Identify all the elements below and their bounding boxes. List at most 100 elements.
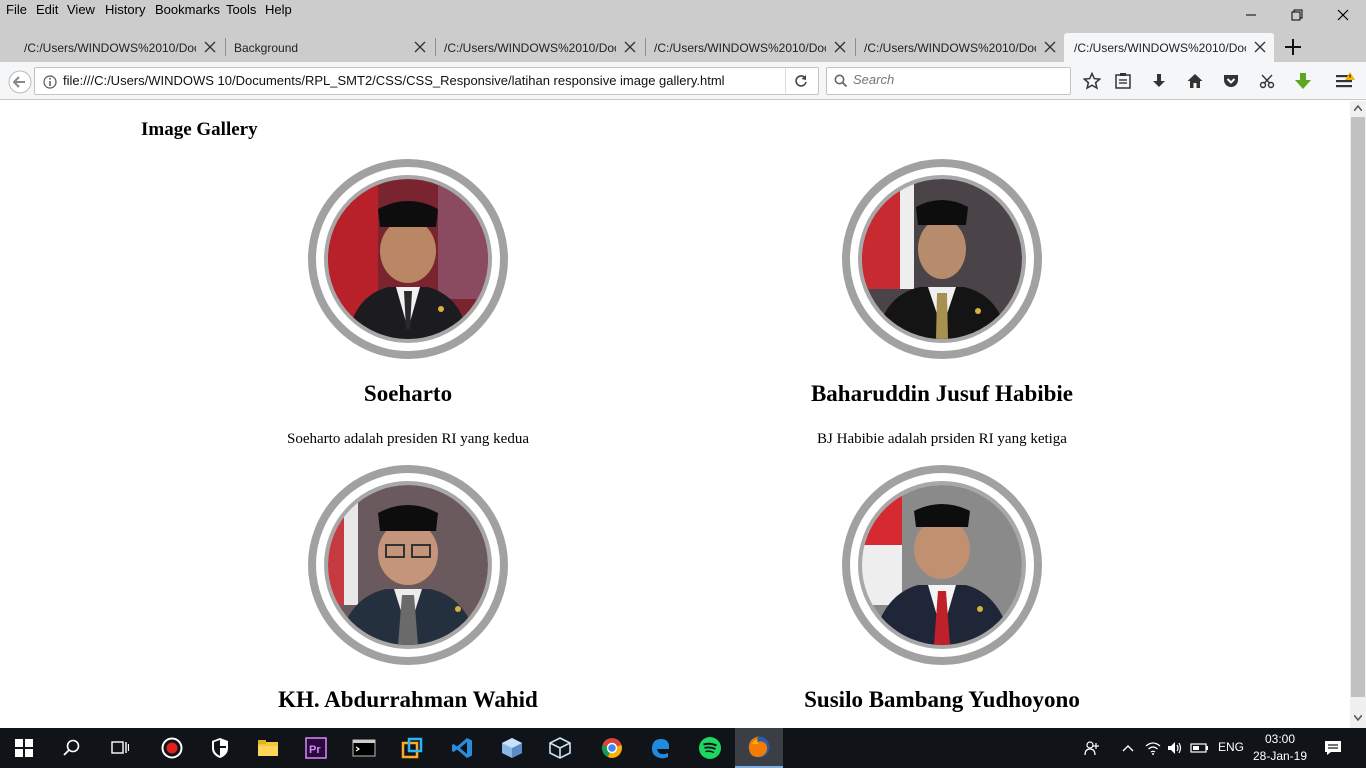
- open-menu-button[interactable]: [1335, 71, 1355, 91]
- tab-close-icon[interactable]: [1044, 41, 1056, 53]
- new-tab-button[interactable]: [1282, 36, 1304, 58]
- taskbar-search-button[interactable]: [48, 728, 96, 768]
- tab-bar: /C:/Users/WINDOWS%2010/Documents/RPL_SMT…: [0, 30, 1366, 62]
- portrait-photo: [858, 481, 1026, 649]
- tab-2[interactable]: Background: [224, 33, 434, 62]
- scroll-up-icon[interactable]: [1354, 105, 1362, 111]
- vertical-scrollbar[interactable]: [1350, 101, 1366, 728]
- gallery-card: Susilo Bambang Yudhoyono: [675, 465, 1209, 728]
- taskbar-app-firefox[interactable]: [735, 728, 783, 768]
- menu-bookmarks[interactable]: Bookmarks: [155, 2, 220, 17]
- menu-tools[interactable]: Tools: [226, 2, 256, 17]
- portrait-habibie: [862, 179, 1022, 339]
- tab-1[interactable]: /C:/Users/WINDOWS%2010/Documents/RPL_SMT…: [14, 33, 224, 62]
- download-helper-extension-button[interactable]: [1293, 71, 1313, 91]
- scroll-thumb[interactable]: [1351, 117, 1365, 697]
- vscode-icon: [452, 738, 472, 758]
- search-bar[interactable]: [826, 67, 1071, 95]
- person-description: BJ Habibie adalah prsiden RI yang ketiga: [817, 431, 1067, 447]
- notification-icon: [1325, 741, 1341, 755]
- taskbar-app-3d-viewer[interactable]: [536, 728, 584, 768]
- taskbar-app-defender[interactable]: [196, 728, 244, 768]
- input-language-indicator[interactable]: ENG: [1218, 740, 1244, 754]
- home-button[interactable]: [1185, 71, 1205, 91]
- bookmark-star-button[interactable]: [1082, 71, 1102, 91]
- pocket-icon: [1224, 75, 1238, 87]
- task-view-icon: [111, 741, 129, 754]
- people-icon: [1084, 741, 1099, 756]
- taskbar-app-spotify[interactable]: [686, 728, 734, 768]
- restore-icon: [1291, 9, 1303, 21]
- start-button[interactable]: [0, 728, 48, 768]
- restore-button[interactable]: [1274, 0, 1320, 30]
- tab-3[interactable]: /C:/Users/WINDOWS%2010/Documents/RPL_SMT…: [434, 33, 644, 62]
- screenshot-button[interactable]: [1257, 71, 1277, 91]
- person-description: Soeharto adalah presiden RI yang kedua: [287, 431, 529, 447]
- reload-icon[interactable]: [794, 74, 808, 88]
- battery-button[interactable]: [1188, 728, 1212, 768]
- chrome-icon: [602, 738, 622, 758]
- tab-close-icon[interactable]: [204, 41, 216, 53]
- taskbar-app-premiere[interactable]: Pr: [292, 728, 340, 768]
- store-icon: [401, 737, 423, 759]
- tab-4[interactable]: /C:/Users/WINDOWS%2010/Documents/RPL_SMT…: [644, 33, 854, 62]
- svg-text:Pr: Pr: [309, 744, 321, 756]
- windows-taskbar: Pr ENG 03:00 28-Jan-19: [0, 728, 1366, 768]
- taskbar-app-chrome[interactable]: [588, 728, 636, 768]
- tab-close-icon[interactable]: [1254, 41, 1266, 53]
- menu-edit[interactable]: Edit: [36, 2, 58, 17]
- portrait-photo: [324, 175, 492, 343]
- scroll-down-icon[interactable]: [1354, 715, 1362, 721]
- back-button[interactable]: [8, 70, 32, 94]
- url-text[interactable]: file:///C:/Users/WINDOWS 10/Documents/RP…: [63, 73, 725, 88]
- clock-time: 03:00: [1264, 732, 1296, 746]
- volume-button[interactable]: [1164, 728, 1186, 768]
- premiere-pro-icon: Pr: [305, 737, 327, 759]
- url-bar[interactable]: file:///C:/Users/WINDOWS 10/Documents/RP…: [34, 67, 819, 95]
- tab-6-active[interactable]: /C:/Users/WINDOWS%2010/Documents/RPL_SMT…: [1064, 33, 1274, 62]
- battery-icon: [1190, 743, 1208, 753]
- taskbar-app-edge[interactable]: [636, 728, 684, 768]
- taskbar-app-vscode[interactable]: [438, 728, 486, 768]
- menu-help[interactable]: Help: [265, 2, 292, 17]
- system-clock[interactable]: 03:00 28-Jan-19: [1250, 731, 1310, 765]
- taskbar-app-virtualbox[interactable]: [488, 728, 536, 768]
- reading-list-button[interactable]: [1113, 71, 1133, 91]
- show-hidden-icons-button[interactable]: [1116, 728, 1140, 768]
- scissors-icon: [1259, 74, 1275, 89]
- photo-frame: [308, 159, 508, 359]
- action-center-button[interactable]: [1318, 728, 1348, 768]
- search-icon: [63, 739, 80, 756]
- page-title: Image Gallery: [141, 119, 258, 140]
- people-button[interactable]: [1080, 728, 1104, 768]
- tab-close-icon[interactable]: [624, 41, 636, 53]
- minimize-button[interactable]: [1228, 0, 1274, 30]
- taskbar-app-terminal[interactable]: [340, 728, 388, 768]
- shield-icon: [212, 738, 228, 758]
- tab-label: /C:/Users/WINDOWS%2010/Documents/RPL_SMT…: [444, 40, 616, 55]
- url-divider: [785, 68, 786, 94]
- tab-label: Background: [234, 40, 299, 55]
- network-button[interactable]: [1142, 728, 1164, 768]
- portrait-yudhoyono: [862, 485, 1022, 645]
- taskbar-app-file-explorer[interactable]: [244, 728, 292, 768]
- pocket-button[interactable]: [1221, 71, 1241, 91]
- portrait-abdurrahman-wahid: [328, 485, 488, 645]
- terminal-icon: [352, 739, 376, 757]
- chevron-up-icon: [1122, 745, 1134, 752]
- tab-close-icon[interactable]: [834, 41, 846, 53]
- taskbar-app-recorder[interactable]: [148, 728, 196, 768]
- search-input[interactable]: [853, 72, 1063, 87]
- tab-close-icon[interactable]: [414, 41, 426, 53]
- menu-history[interactable]: History: [105, 2, 145, 17]
- tab-5[interactable]: /C:/Users/WINDOWS%2010/Documents/RPL_SMT…: [854, 33, 1064, 62]
- taskbar-app-windows-store[interactable]: [388, 728, 436, 768]
- task-view-button[interactable]: [96, 728, 144, 768]
- downloads-button[interactable]: [1149, 71, 1169, 91]
- clock-date: 28-Jan-19: [1252, 749, 1308, 763]
- menu-file[interactable]: File: [6, 2, 27, 17]
- close-window-button[interactable]: [1320, 0, 1366, 30]
- menu-view[interactable]: View: [67, 2, 95, 17]
- info-icon[interactable]: [43, 75, 57, 89]
- portrait-photo: [324, 481, 492, 649]
